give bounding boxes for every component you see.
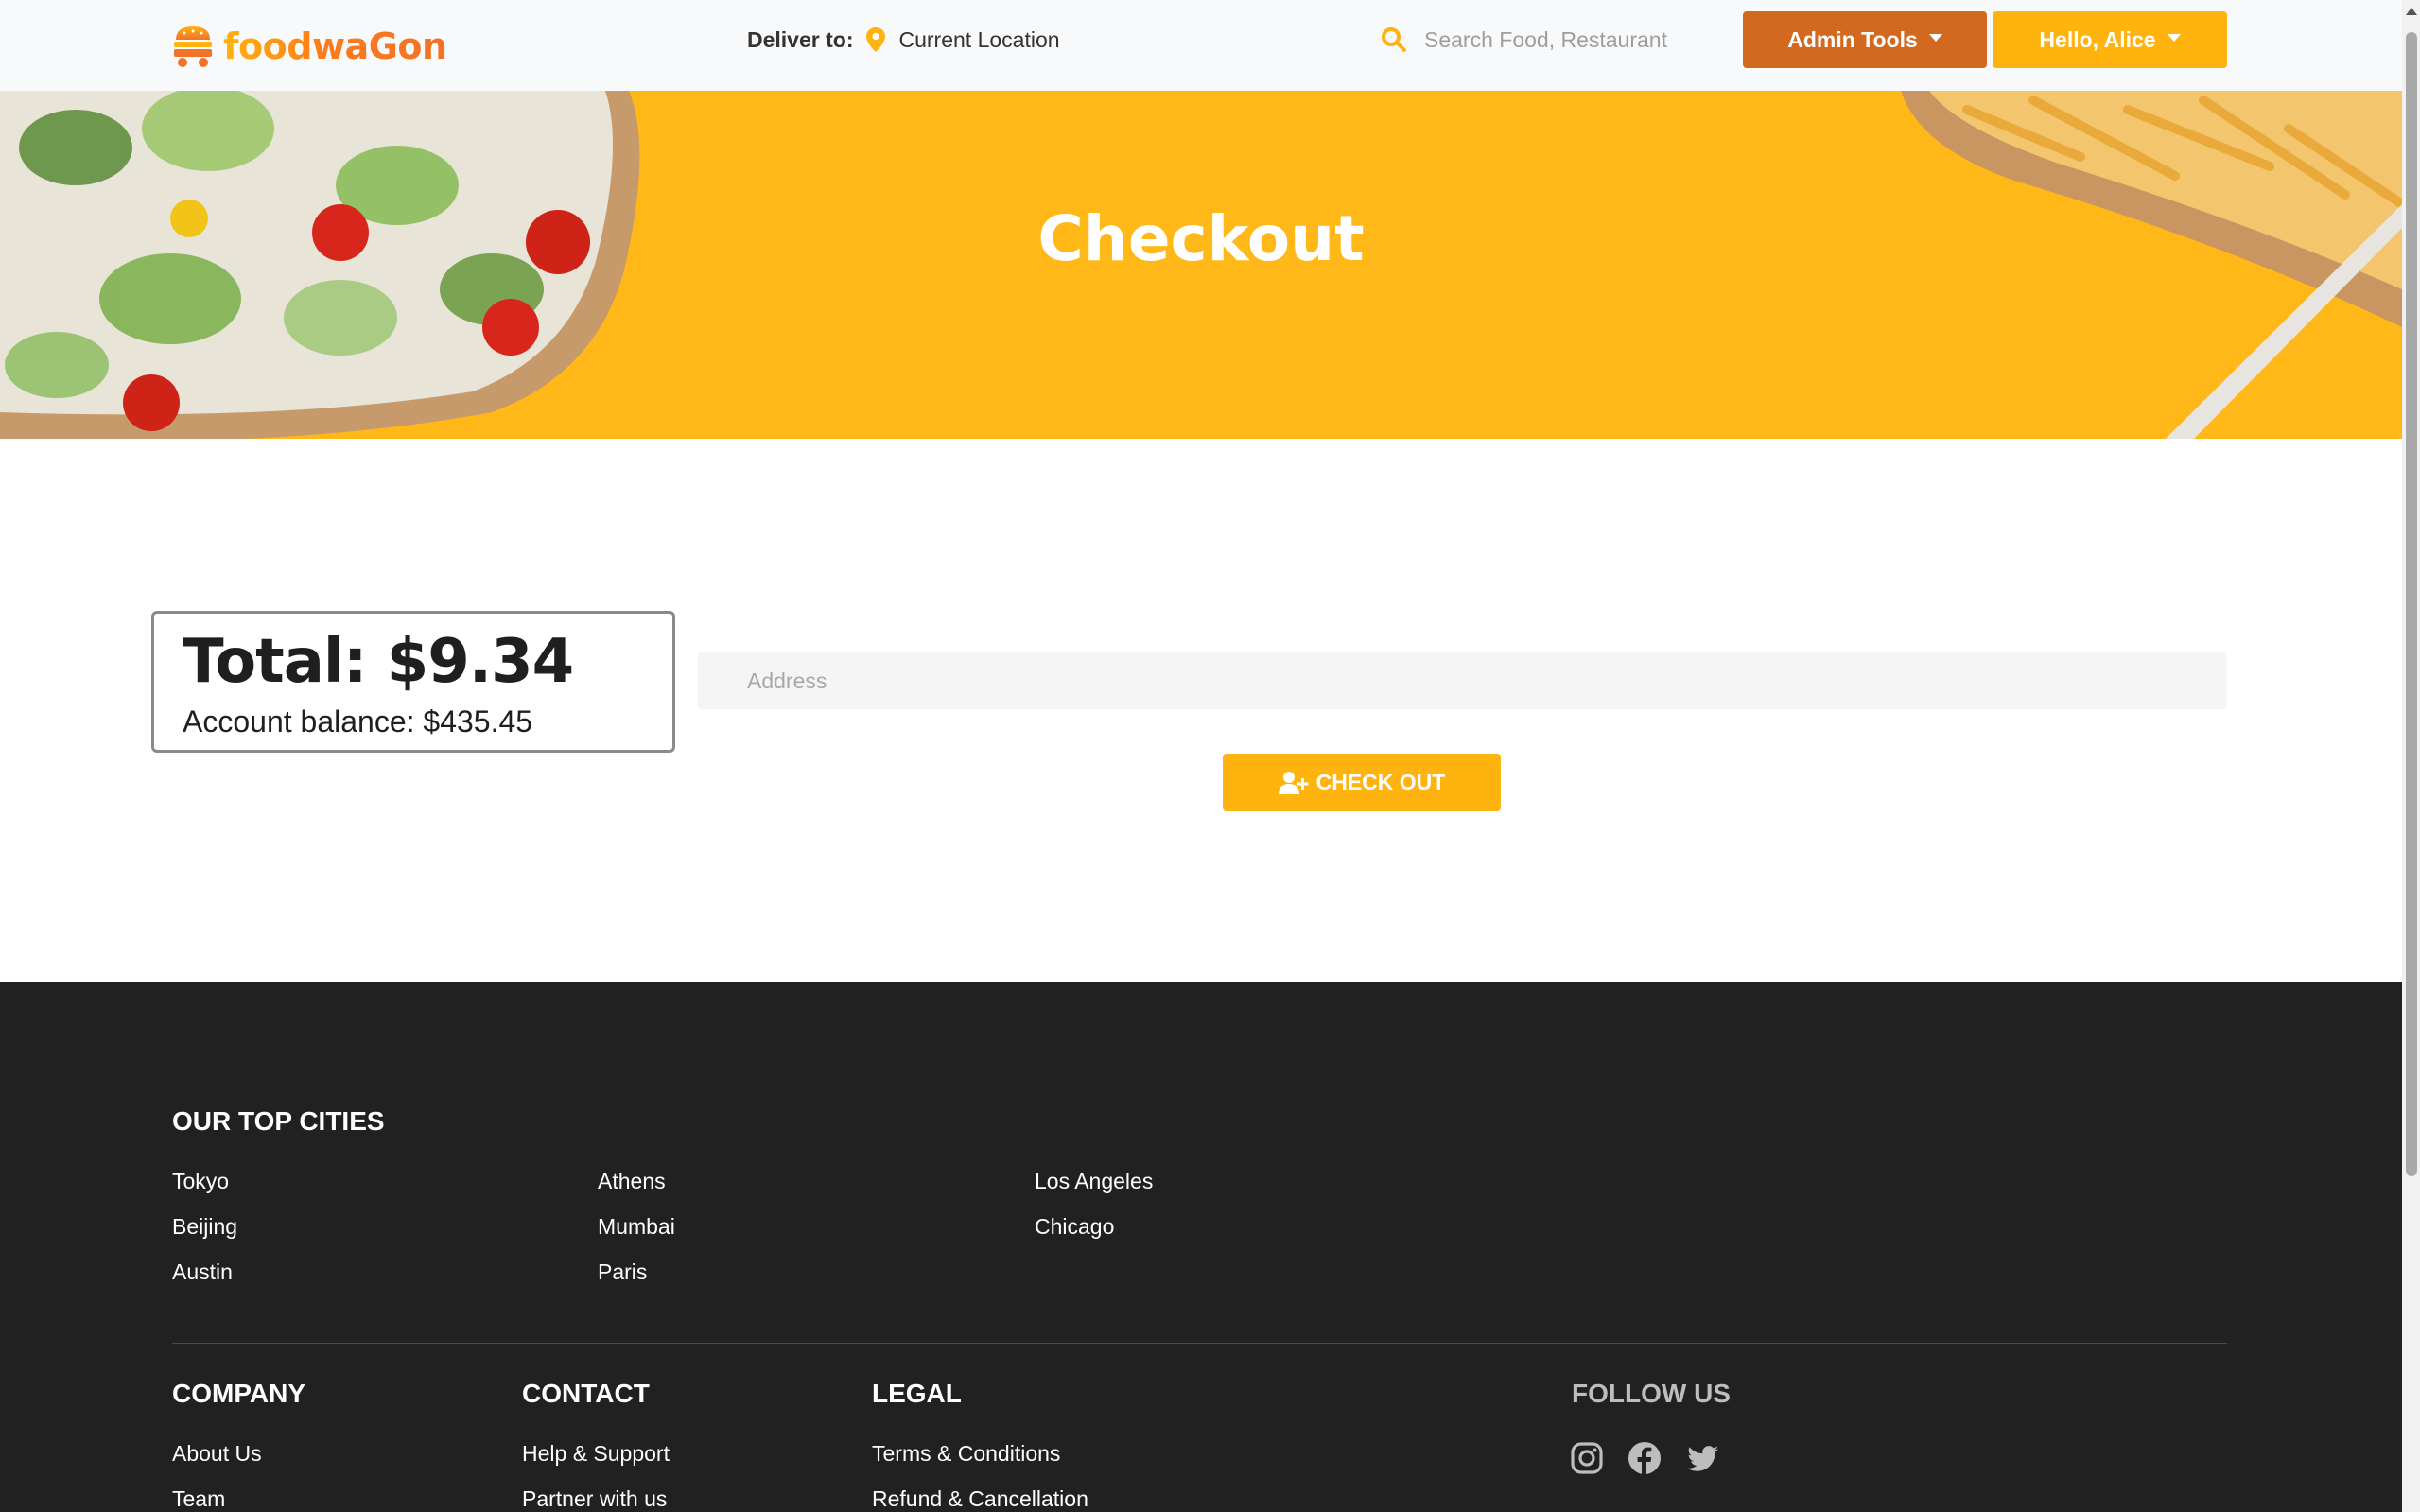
order-summary-card: Total: $9.34 Account balance: $435.45: [151, 611, 675, 753]
city-link-austin[interactable]: Austin: [172, 1260, 233, 1285]
city-link-athens[interactable]: Athens: [598, 1169, 666, 1194]
food-cart-logo-icon: [174, 26, 212, 67]
admin-tools-label: Admin Tools: [1787, 26, 1918, 52]
address-input[interactable]: [698, 652, 2227, 709]
brand-name: foodwaGon: [223, 26, 447, 67]
follow-us-heading: FOLLOW US: [1572, 1379, 1731, 1408]
navbar: foodwaGon Deliver to: Current Location A…: [0, 0, 2402, 91]
location-pin-icon: [866, 27, 886, 52]
terms-link[interactable]: Terms & Conditions: [872, 1441, 1060, 1467]
search-icon: [1382, 27, 1406, 52]
refund-link[interactable]: Refund & Cancellation: [872, 1486, 1088, 1512]
account-balance: Account balance: $435.45: [183, 704, 533, 739]
about-us-link[interactable]: About Us: [172, 1441, 262, 1467]
city-link-mumbai[interactable]: Mumbai: [598, 1214, 675, 1240]
scroll-up-arrow-icon[interactable]: [2406, 8, 2417, 15]
checkout-button-label: CHECK OUT: [1315, 770, 1446, 794]
contact-heading: CONTACT: [522, 1379, 650, 1408]
search-input[interactable]: [1424, 26, 1727, 53]
top-cities-heading: OUR TOP CITIES: [172, 1106, 385, 1136]
city-link-paris[interactable]: Paris: [598, 1260, 647, 1285]
partner-link[interactable]: Partner with us: [522, 1486, 667, 1512]
legal-heading: LEGAL: [872, 1379, 962, 1408]
deliver-to: Deliver to: Current Location: [747, 23, 1060, 57]
search-bar: [1362, 11, 1740, 68]
user-plus-icon: [1278, 771, 1309, 794]
company-heading: COMPANY: [172, 1379, 306, 1408]
footer: OUR TOP CITIES Tokyo Beijing Austin Athe…: [0, 982, 2402, 1512]
team-link[interactable]: Team: [172, 1486, 225, 1512]
admin-tools-dropdown[interactable]: Admin Tools: [1743, 11, 1987, 68]
current-location-link[interactable]: Current Location: [898, 27, 1059, 53]
city-link-tokyo[interactable]: Tokyo: [172, 1169, 229, 1194]
user-menu-dropdown[interactable]: Hello, Alice: [1993, 11, 2227, 68]
deliver-label: Deliver to:: [747, 26, 854, 52]
brand-link[interactable]: foodwaGon: [172, 25, 447, 68]
scrollbar-thumb[interactable]: [2406, 32, 2417, 1176]
facebook-icon[interactable]: [1628, 1441, 1662, 1475]
order-total: Total: $9.34: [183, 627, 574, 697]
hero-banner: Checkout: [0, 91, 2402, 439]
footer-divider: [172, 1343, 2227, 1344]
caret-down-icon: [2167, 34, 2181, 42]
city-link-chicago[interactable]: Chicago: [1035, 1214, 1114, 1240]
checkout-button[interactable]: CHECK OUT: [1223, 754, 1501, 811]
city-link-beijing[interactable]: Beijing: [172, 1214, 237, 1240]
page-title: Checkout: [1037, 202, 1365, 275]
user-menu-label: Hello, Alice: [2039, 26, 2156, 52]
city-link-los-angeles[interactable]: Los Angeles: [1035, 1169, 1153, 1194]
caret-down-icon: [1928, 34, 1942, 42]
help-support-link[interactable]: Help & Support: [522, 1441, 670, 1467]
page-scrollbar[interactable]: [2402, 0, 2420, 1512]
twitter-icon[interactable]: [1686, 1441, 1720, 1475]
instagram-icon[interactable]: [1570, 1441, 1604, 1475]
